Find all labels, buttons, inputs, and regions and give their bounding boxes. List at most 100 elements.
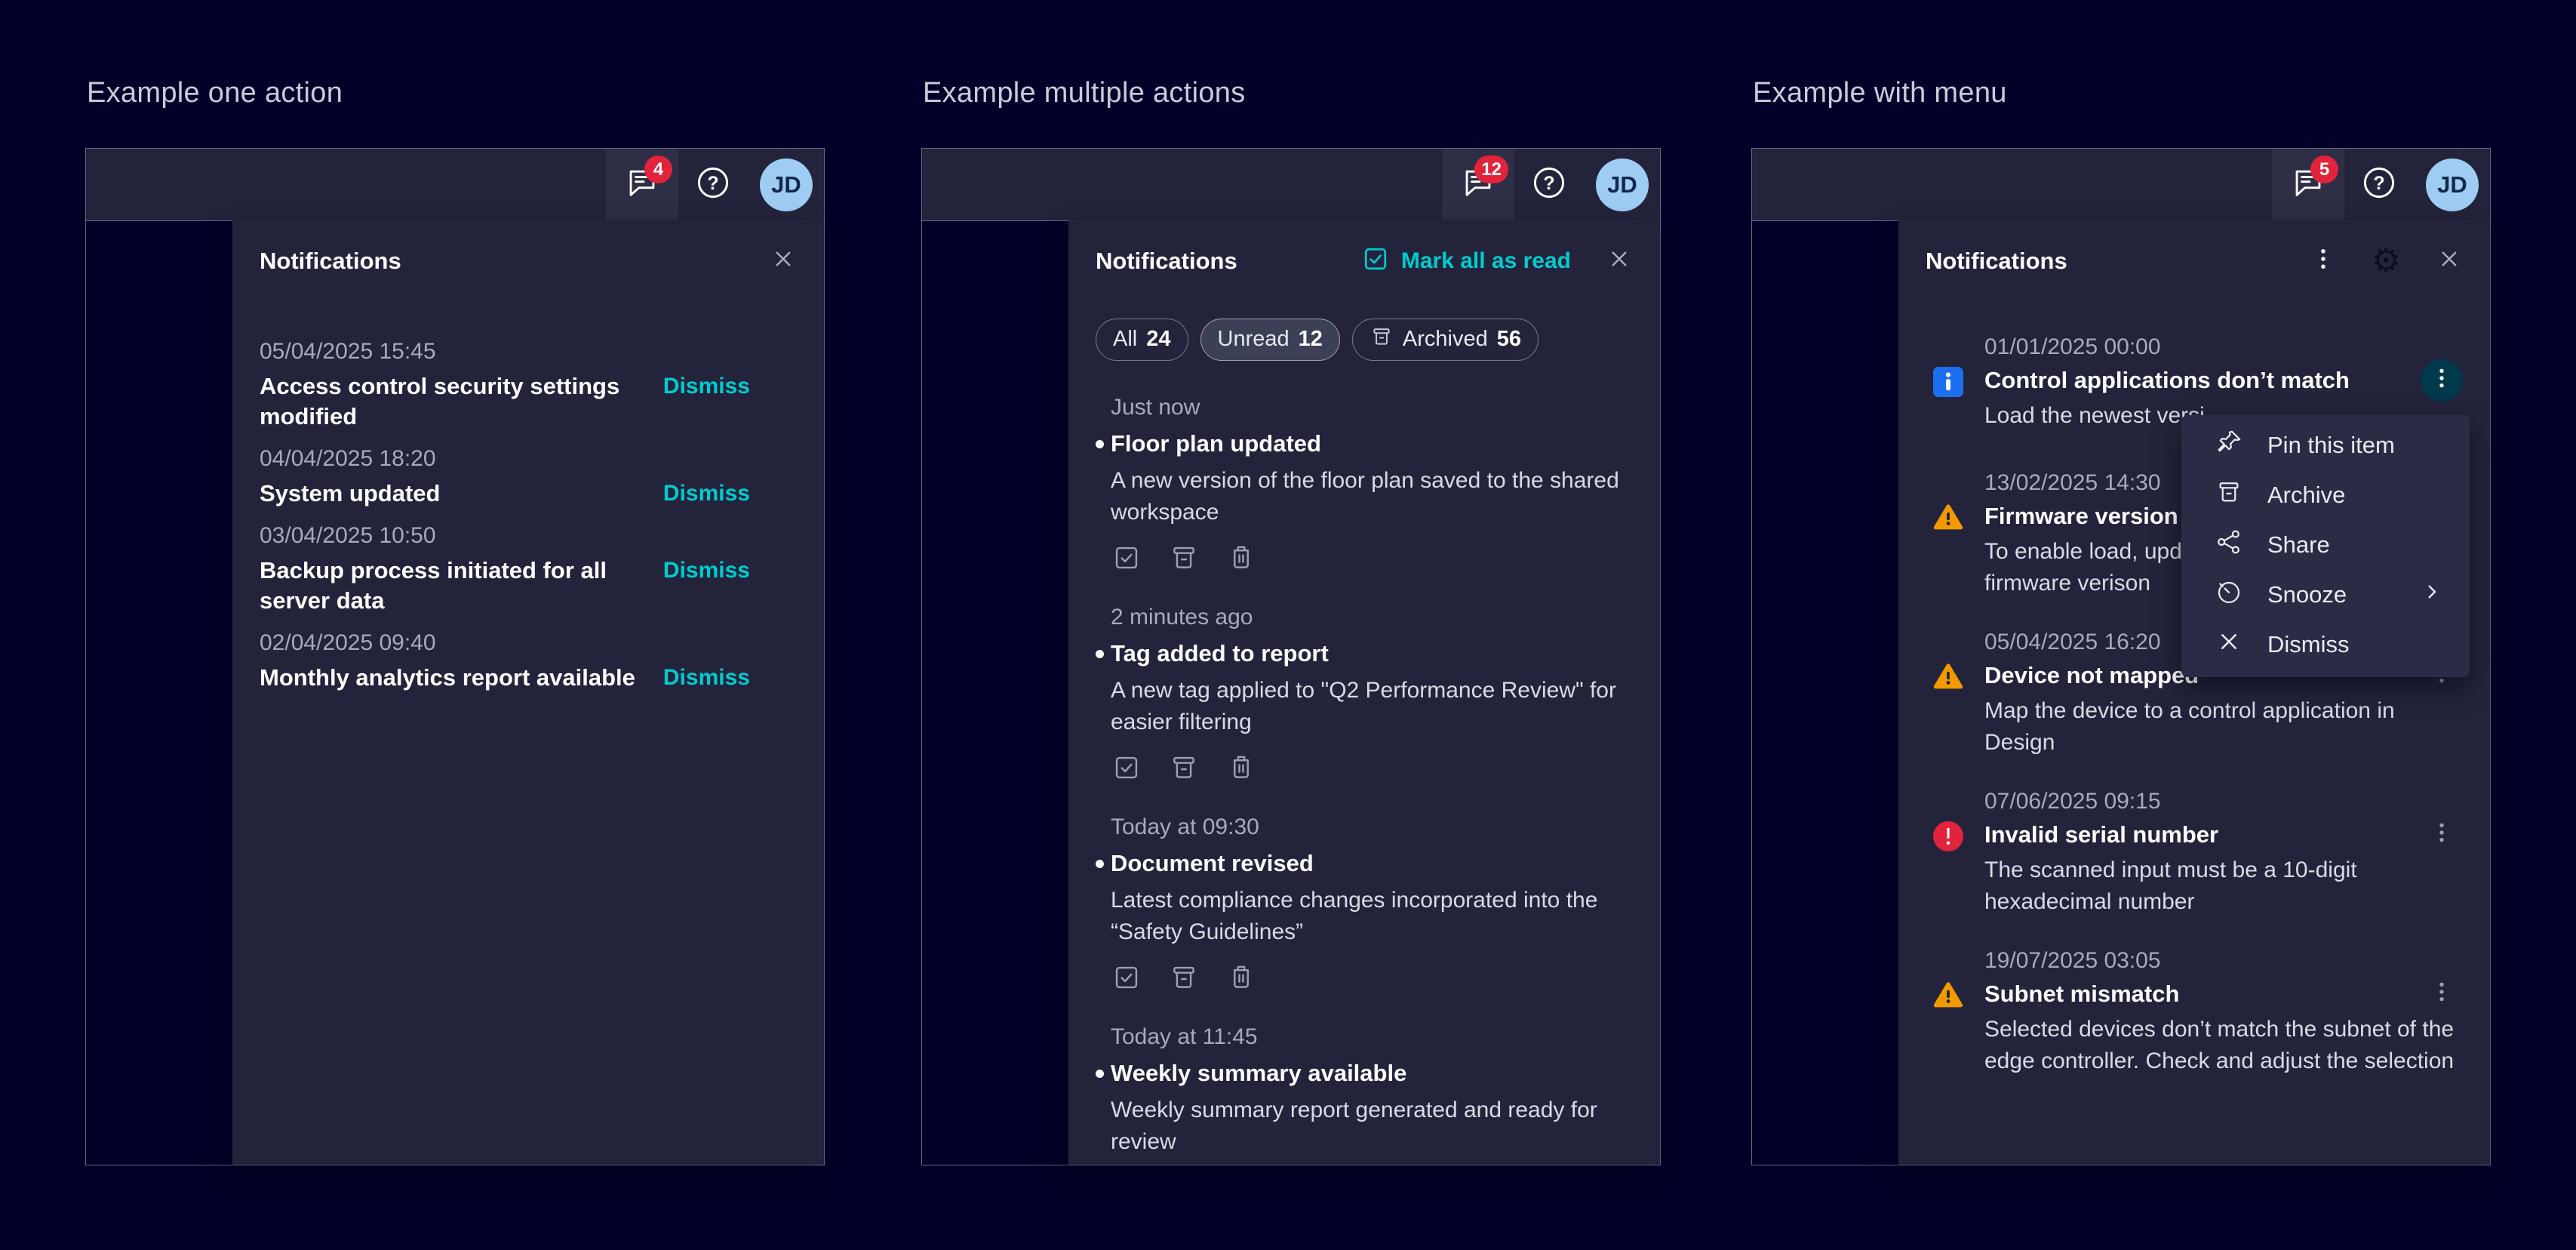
chip-count: 12	[1299, 327, 1323, 352]
notifications-button[interactable]: 4	[606, 149, 678, 220]
notifications-button[interactable]: 5	[2272, 149, 2344, 220]
group-timestamp: Today at 11:45	[1111, 1024, 1633, 1051]
close-button[interactable]	[770, 245, 797, 276]
chip-label: All	[1113, 327, 1137, 352]
notification-title: Weekly summary available	[1111, 1058, 1633, 1088]
settings-button[interactable]: ⚙	[2372, 248, 2401, 275]
pin-icon	[2215, 428, 2243, 463]
notification-date: 05/04/2025 15:45	[260, 338, 797, 365]
notification-date: 03/04/2025 10:50	[260, 522, 797, 550]
notifications-panel: Notifications 05/04/2025 15:45 Access co…	[232, 220, 824, 1165]
svg-text:?: ?	[707, 173, 718, 194]
help-button[interactable]: ?	[695, 167, 731, 203]
notification-title: Subnet mismatch	[1984, 979, 2463, 1009]
mark-read-button[interactable]	[1111, 542, 1142, 574]
archive-button[interactable]	[1168, 752, 1200, 784]
notification-date: 02/04/2025 09:40	[260, 630, 797, 657]
menu-item-share[interactable]: Share	[2181, 520, 2470, 570]
help-button[interactable]: ?	[2361, 167, 2397, 203]
avatar[interactable]: JD	[2426, 159, 2479, 211]
delete-button[interactable]	[1225, 752, 1257, 784]
dismiss-button[interactable]: Dismiss	[663, 556, 750, 586]
item-kebab-button[interactable]	[2421, 973, 2463, 1015]
notification-date: 07/06/2025 09:15	[1984, 788, 2463, 815]
example-heading: Example one action	[87, 77, 343, 109]
item-actions	[1111, 542, 1633, 574]
kebab-icon	[2429, 979, 2455, 1008]
notification-date: 19/07/2025 03:05	[1984, 947, 2463, 974]
menu-item-snooze[interactable]: Snooze	[2181, 570, 2470, 620]
delete-button[interactable]	[1225, 962, 1257, 993]
question-circle-icon: ?	[1531, 165, 1567, 205]
unread-dot	[1096, 440, 1104, 448]
help-button[interactable]: ?	[1531, 167, 1567, 203]
notification-title: Document revised	[1111, 848, 1633, 879]
notification-item: 05/04/2025 15:45 Access control security…	[260, 338, 797, 432]
svg-text:?: ?	[1543, 173, 1554, 194]
notification-description: A new tag applied to "Q2 Performance Rev…	[1111, 675, 1633, 738]
notification-description: Map the device to a control application …	[1984, 695, 2463, 759]
notification-group: Just now Floor plan updated A new versio…	[1096, 394, 1633, 574]
close-icon	[1606, 245, 1633, 276]
close-button[interactable]	[1606, 245, 1633, 276]
notification-item: 19/07/2025 03:05 Subnet mismatch Selecte…	[1926, 947, 2463, 1077]
notification-date: 04/04/2025 18:20	[260, 445, 797, 473]
filter-chip-all[interactable]: All 24	[1096, 319, 1188, 361]
filter-chip-unread[interactable]: Unread 12	[1200, 319, 1340, 361]
app-window: 12 ? JD Notifications	[921, 148, 1661, 1165]
notification-title: Control applications don’t match	[1984, 365, 2463, 396]
notification-item: 07/06/2025 09:15 Invalid serial number T…	[1926, 788, 2463, 918]
error-icon	[1933, 821, 1963, 851]
app-window: 5 ? JD Notifications	[1751, 148, 2491, 1165]
close-button[interactable]	[2436, 245, 2463, 276]
warning-icon	[1933, 662, 1963, 692]
notification-group: Today at 09:30 Document revised Latest c…	[1096, 814, 1633, 993]
notification-item: 03/04/2025 10:50 Backup process initiate…	[260, 522, 797, 616]
avatar[interactable]: JD	[760, 159, 813, 211]
share-icon	[2215, 528, 2243, 562]
notification-count-badge: 5	[2310, 155, 2338, 183]
menu-item-archive[interactable]: Archive	[2181, 470, 2470, 520]
chevron-right-icon	[2420, 580, 2444, 610]
notifications-panel: Notifications Mark all as read	[1068, 220, 1660, 1165]
archive-button[interactable]	[1168, 542, 1200, 574]
archive-icon	[2215, 478, 2243, 513]
kebab-icon	[2310, 245, 2337, 276]
menu-item-pin[interactable]: Pin this item	[2181, 420, 2470, 470]
notification-item: 02/04/2025 09:40 Monthly analytics repor…	[260, 630, 797, 693]
close-icon	[2215, 627, 2243, 662]
mark-read-button[interactable]	[1111, 962, 1142, 993]
notifications-panel: Notifications ⚙	[1898, 220, 2490, 1165]
mark-read-button[interactable]	[1111, 752, 1142, 784]
dismiss-button[interactable]: Dismiss	[663, 479, 750, 509]
filter-chip-archived[interactable]: Archived 56	[1352, 319, 1539, 361]
archive-button[interactable]	[1168, 962, 1200, 993]
notifications-button[interactable]: 12	[1442, 149, 1514, 220]
avatar[interactable]: JD	[1596, 159, 1649, 211]
notification-item: 04/04/2025 18:20 System updated Dismiss	[260, 445, 797, 509]
group-timestamp: Today at 09:30	[1111, 814, 1633, 841]
dismiss-button[interactable]: Dismiss	[663, 371, 750, 402]
item-kebab-button[interactable]	[2421, 814, 2463, 856]
dismiss-button[interactable]: Dismiss	[663, 663, 750, 693]
menu-item-dismiss[interactable]: Dismiss	[2181, 620, 2470, 670]
app-header: 12 ? JD	[922, 149, 1660, 221]
notification-title: Monthly analytics report available	[260, 663, 663, 693]
filter-chips: All 24 Unread 12 Archived 56	[1096, 319, 1633, 361]
item-kebab-button[interactable]	[2421, 359, 2463, 402]
question-circle-icon: ?	[695, 165, 731, 205]
notification-description: Latest compliance changes incorporated i…	[1111, 885, 1633, 948]
notification-description: A new version of the floor plan saved to…	[1111, 465, 1633, 528]
example-one-action: Example one action 4 ? JD	[85, 0, 825, 1250]
delete-button[interactable]	[1225, 542, 1257, 574]
notification-date: 01/01/2025 00:00	[1984, 334, 2463, 361]
notification-group: 2 minutes ago Tag added to report A new …	[1096, 604, 1633, 784]
notification-group: Today at 11:45 Weekly summary available …	[1096, 1024, 1633, 1165]
panel-title: Notifications	[1926, 248, 2310, 275]
notification-description: Selected devices don’t match the subnet …	[1984, 1014, 2463, 1077]
app-header: 5 ? JD	[1752, 149, 2490, 221]
mark-all-as-read[interactable]: Mark all as read	[1362, 245, 1571, 276]
info-icon	[1933, 367, 1963, 397]
group-timestamp: 2 minutes ago	[1111, 604, 1633, 631]
panel-kebab-button[interactable]	[2310, 245, 2337, 276]
